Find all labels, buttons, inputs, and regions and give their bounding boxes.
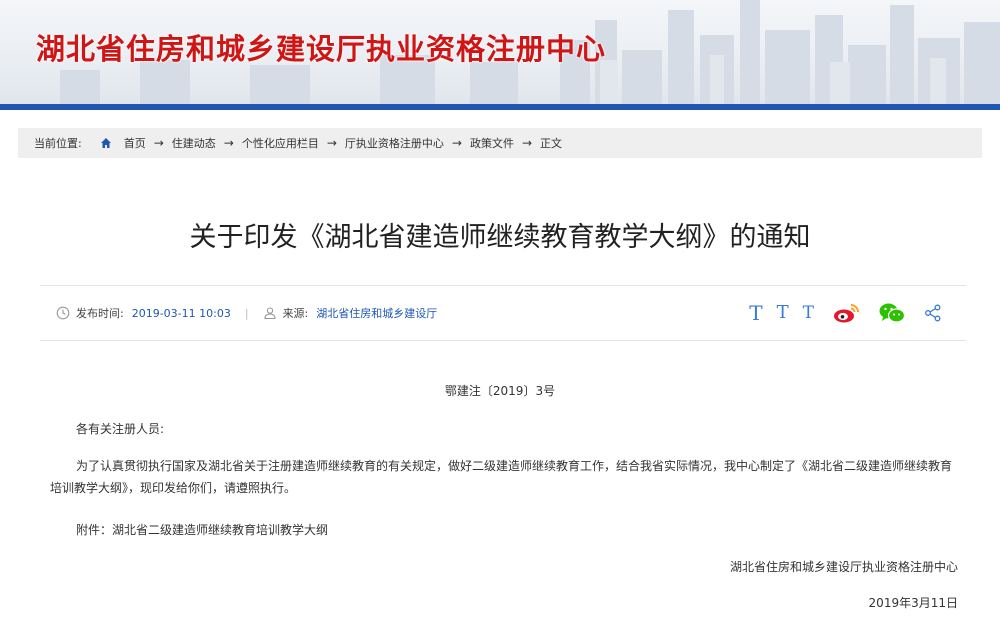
user-icon <box>264 307 276 320</box>
header-bar <box>0 104 1000 110</box>
issue-date: 2019年3月11日 <box>868 596 958 610</box>
font-medium-button[interactable]: T <box>777 304 789 322</box>
font-small-button[interactable]: T <box>803 304 814 322</box>
weibo-icon[interactable] <box>832 302 860 324</box>
breadcrumb-item-current: 正文 <box>540 137 563 150</box>
breadcrumb-item-policy[interactable]: 政策文件 <box>470 135 514 151</box>
site-header: 湖北省住房和城乡建设厅执业资格注册中心 <box>0 0 1000 110</box>
breadcrumb-item-apps[interactable]: 个性化应用栏目 <box>242 135 319 151</box>
meta-divider: | <box>244 306 249 320</box>
breadcrumb-label: 当前位置: <box>34 137 82 150</box>
body-paragraph: 为了认真贯彻执行国家及湖北省关于注册建造师继续教育的有关规定，做好二级建造师继续… <box>50 459 953 495</box>
attachment-link[interactable]: 附件：湖北省二级建造师继续教育培训教学大纲 <box>76 519 328 541</box>
breadcrumb-separator: → <box>326 136 337 150</box>
font-large-button[interactable]: T <box>749 303 762 323</box>
breadcrumb-separator: → <box>153 136 164 150</box>
document-number: 鄂建注〔2019〕3号 <box>444 384 556 398</box>
home-icon[interactable] <box>100 137 112 149</box>
breadcrumb-separator: → <box>451 136 462 150</box>
greeting: 各有关注册人员: <box>76 422 165 436</box>
article-title: 关于印发《湖北省建造师继续教育教学大纲》的通知 <box>189 222 811 253</box>
signature: 湖北省住房和城乡建设厅执业资格注册中心 <box>729 560 958 574</box>
article-meta: 发布时间: 2019-03-11 10:03 | 来源: 湖北省住房和城乡建设厅… <box>40 285 966 341</box>
source-value: 湖北省住房和城乡建设厅 <box>316 307 438 320</box>
clock-icon <box>56 306 70 320</box>
breadcrumb: 当前位置: 首页 → 住建动态 → 个性化应用栏目 → 厅执业资格注册中心 → … <box>18 128 982 158</box>
publish-time-label: 发布时间: <box>76 307 124 320</box>
wechat-icon[interactable] <box>878 302 906 324</box>
publish-time: 2019-03-11 10:03 <box>131 306 231 320</box>
site-title[interactable]: 湖北省住房和城乡建设厅执业资格注册中心 <box>36 26 606 68</box>
breadcrumb-item-center[interactable]: 厅执业资格注册中心 <box>345 135 444 151</box>
breadcrumb-item-home[interactable]: 首页 <box>124 135 146 151</box>
breadcrumb-separator: → <box>223 136 234 150</box>
source-label: 来源: <box>282 307 309 320</box>
breadcrumb-item-news[interactable]: 住建动态 <box>172 135 216 151</box>
breadcrumb-separator: → <box>521 136 533 150</box>
share-icon[interactable] <box>924 304 942 322</box>
